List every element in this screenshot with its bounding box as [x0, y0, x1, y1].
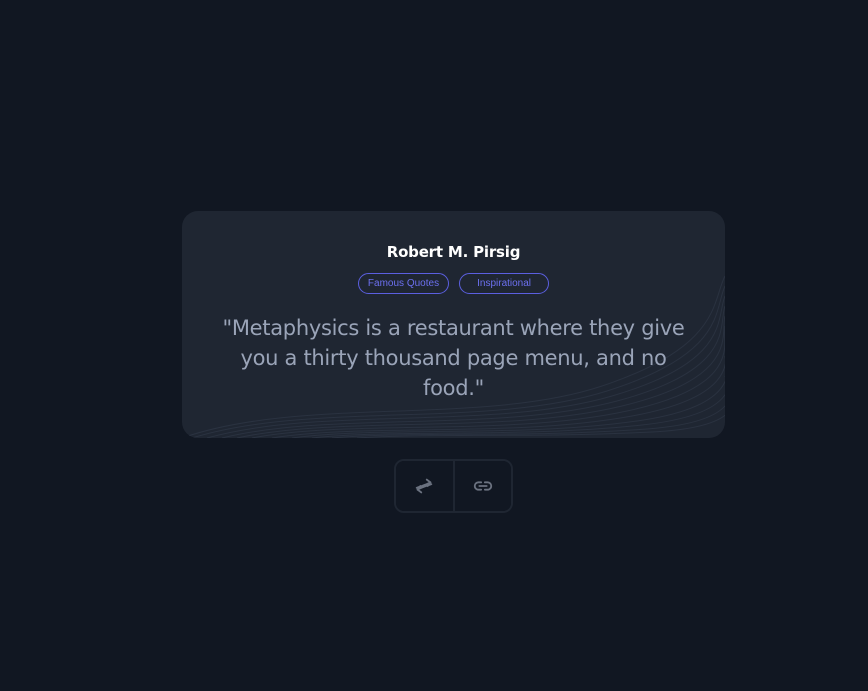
action-bar: [394, 459, 513, 513]
tag-famous-quotes[interactable]: Famous Quotes: [357, 273, 450, 294]
tag-inspirational[interactable]: Inspirational: [459, 273, 550, 294]
swap-arrows-icon: [416, 478, 433, 494]
tag-list: Famous Quotes Inspirational: [182, 273, 725, 294]
quote-author: Robert M. Pirsig: [386, 243, 521, 261]
copy-link-button[interactable]: [452, 461, 511, 511]
new-quote-button[interactable]: [396, 461, 453, 511]
page: Robert M. Pirsig Famous Quotes Inspirati…: [0, 0, 868, 691]
quote-card: Robert M. Pirsig Famous Quotes Inspirati…: [182, 211, 725, 438]
quote-text: "Metaphysics is a restaurant where they …: [222, 316, 685, 400]
link-icon: [473, 481, 492, 491]
